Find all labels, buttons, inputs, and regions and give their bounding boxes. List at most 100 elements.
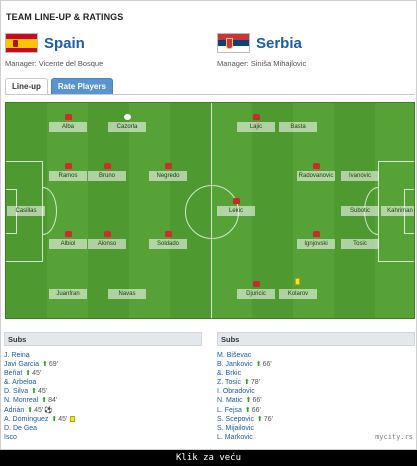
watermark: mycity.rs bbox=[375, 433, 413, 441]
list-item[interactable]: A. Domínguez ⬆45' bbox=[4, 415, 202, 424]
sub-in-arrow-icon: ⬆ bbox=[51, 415, 58, 423]
sub-in-arrow-icon: ⬆ bbox=[41, 361, 48, 369]
ball-icon: ⚽ bbox=[44, 406, 53, 414]
sub-in-arrow-icon: ⬆ bbox=[244, 406, 251, 414]
home-team: Spain bbox=[5, 32, 85, 54]
player-name: Alonso bbox=[88, 239, 126, 249]
list-item[interactable]: &. Arbeloa bbox=[4, 378, 202, 387]
list-item[interactable]: D. Silva ⬆45' bbox=[4, 387, 202, 396]
player-marker[interactable]: Djuricic bbox=[237, 281, 275, 303]
player-name: Ramos bbox=[49, 171, 87, 181]
tab-rate-players[interactable]: Rate Players bbox=[50, 78, 113, 94]
player-marker[interactable]: Subotic bbox=[341, 198, 379, 220]
player-marker[interactable]: Soldado bbox=[149, 231, 187, 253]
player-marker[interactable]: Albiol bbox=[49, 231, 87, 253]
player-marker[interactable]: Negredo bbox=[149, 163, 187, 185]
player-marker[interactable]: Bruno bbox=[88, 163, 126, 185]
list-item[interactable]: I. Obradovic bbox=[217, 387, 415, 396]
player-marker[interactable]: Cazorla bbox=[108, 114, 146, 136]
shirt-icon bbox=[104, 163, 111, 169]
list-item[interactable]: S. Mijailovic bbox=[217, 424, 415, 433]
player-marker[interactable]: Ivanovic bbox=[341, 163, 379, 185]
shirt-icon bbox=[253, 281, 260, 287]
ball-icon bbox=[124, 114, 131, 120]
player-marker[interactable]: Lekic bbox=[217, 198, 255, 220]
image-caption[interactable]: Klik za veću bbox=[0, 450, 417, 466]
shirt-icon bbox=[165, 231, 172, 237]
player-marker[interactable]: Ignjovski bbox=[297, 231, 335, 253]
list-item[interactable]: Isco bbox=[4, 433, 202, 442]
subs-header: Subs bbox=[217, 332, 415, 346]
shirt-icon bbox=[313, 163, 320, 169]
player-name: Kahriman bbox=[381, 206, 414, 216]
tab-line-up[interactable]: Line-up bbox=[5, 78, 48, 95]
player-name: Alba bbox=[49, 122, 87, 132]
shirt-icon bbox=[253, 114, 260, 120]
sub-in-arrow-icon: ⬆ bbox=[255, 361, 262, 369]
player-marker[interactable]: Kolarov bbox=[279, 278, 317, 303]
yellow-card-icon bbox=[295, 278, 300, 285]
list-item[interactable]: D. De Gea bbox=[4, 424, 202, 433]
player-marker[interactable]: Navas bbox=[108, 281, 146, 303]
player-name: Casillas bbox=[7, 206, 45, 216]
player-name: Kolarov bbox=[279, 289, 317, 299]
player-name: Navas bbox=[108, 289, 146, 299]
player-name: Soldado bbox=[149, 239, 187, 249]
shirt-icon bbox=[165, 163, 172, 169]
sub-in-arrow-icon: ⬆ bbox=[27, 406, 34, 414]
player-marker[interactable]: Basta bbox=[279, 114, 317, 136]
list-item[interactable]: J. Reina bbox=[4, 351, 202, 360]
pitch: Alba Cazorla Ramos Bruno Negredo Casilla… bbox=[5, 102, 415, 319]
shirt-icon bbox=[313, 231, 320, 237]
player-name: Subotic bbox=[341, 206, 379, 216]
yellow-card-icon bbox=[70, 415, 76, 422]
sub-in-arrow-icon: ⬆ bbox=[25, 370, 32, 378]
sub-in-arrow-icon: ⬆ bbox=[41, 397, 48, 405]
list-item[interactable]: B. Jankovic ⬆66' bbox=[217, 360, 415, 369]
player-name: Bruno bbox=[88, 171, 126, 181]
panel-title: TEAM LINE-UP & RATINGS bbox=[6, 12, 124, 22]
player-name: Ivanovic bbox=[341, 171, 379, 181]
player-name: Ignjovski bbox=[297, 239, 335, 249]
player-name: Lajic bbox=[237, 122, 275, 132]
sub-in-arrow-icon: ⬆ bbox=[245, 397, 252, 405]
subs-header: Subs bbox=[4, 332, 202, 346]
away-team: Serbia bbox=[217, 32, 302, 54]
shirt-icon bbox=[233, 198, 240, 204]
player-name: Albiol bbox=[49, 239, 87, 249]
serbia-flag-icon bbox=[217, 33, 250, 53]
list-item[interactable]: &. Brkic bbox=[217, 369, 415, 378]
home-team-name: Spain bbox=[44, 34, 85, 52]
player-name: Lekic bbox=[217, 206, 255, 216]
player-marker[interactable]: Juanfran bbox=[49, 281, 87, 303]
player-marker[interactable]: Radovanovic bbox=[297, 163, 335, 185]
list-item[interactable]: M. Biševac bbox=[217, 351, 415, 360]
list-item[interactable]: Z. Tosic ⬆78' bbox=[217, 378, 415, 387]
home-manager: Manager: Vicente del Bosque bbox=[5, 59, 104, 68]
player-marker[interactable]: Tosic bbox=[341, 231, 379, 253]
player-marker[interactable]: Lajic bbox=[237, 114, 275, 136]
away-manager: Manager: Siniša Mihajlovic bbox=[217, 59, 307, 68]
list-item[interactable]: Adrián ⬆45'⚽ bbox=[4, 406, 202, 415]
sub-in-arrow-icon: ⬆ bbox=[31, 388, 37, 396]
tab-divider bbox=[5, 94, 415, 95]
player-marker[interactable]: Alonso bbox=[88, 231, 126, 253]
list-item[interactable]: Beñat ⬆45' bbox=[4, 369, 202, 378]
list-item[interactable]: L. Fejsa ⬆66' bbox=[217, 406, 415, 415]
player-name: Tosic bbox=[341, 239, 379, 249]
player-marker[interactable]: Casillas bbox=[7, 198, 45, 220]
spain-flag-icon bbox=[5, 33, 38, 53]
list-item[interactable]: N. Matic ⬆66' bbox=[217, 396, 415, 405]
player-marker[interactable]: Alba bbox=[49, 114, 87, 136]
shirt-icon bbox=[65, 231, 72, 237]
sub-in-arrow-icon: ⬆ bbox=[243, 379, 250, 387]
list-item[interactable]: S. Scepovic ⬆76' bbox=[217, 415, 415, 424]
list-item[interactable]: Javi Garcia ⬆69' bbox=[4, 360, 202, 369]
player-marker[interactable]: Ramos bbox=[49, 163, 87, 185]
player-name: Radovanovic bbox=[297, 171, 335, 181]
home-subs: Subs J. Reina Javi Garcia ⬆69' Beñat ⬆45… bbox=[4, 332, 202, 442]
list-item[interactable]: N. Monreal ⬆84' bbox=[4, 396, 202, 405]
shirt-icon bbox=[65, 163, 72, 169]
away-team-name: Serbia bbox=[256, 34, 302, 52]
player-marker[interactable]: Kahriman bbox=[381, 198, 414, 220]
